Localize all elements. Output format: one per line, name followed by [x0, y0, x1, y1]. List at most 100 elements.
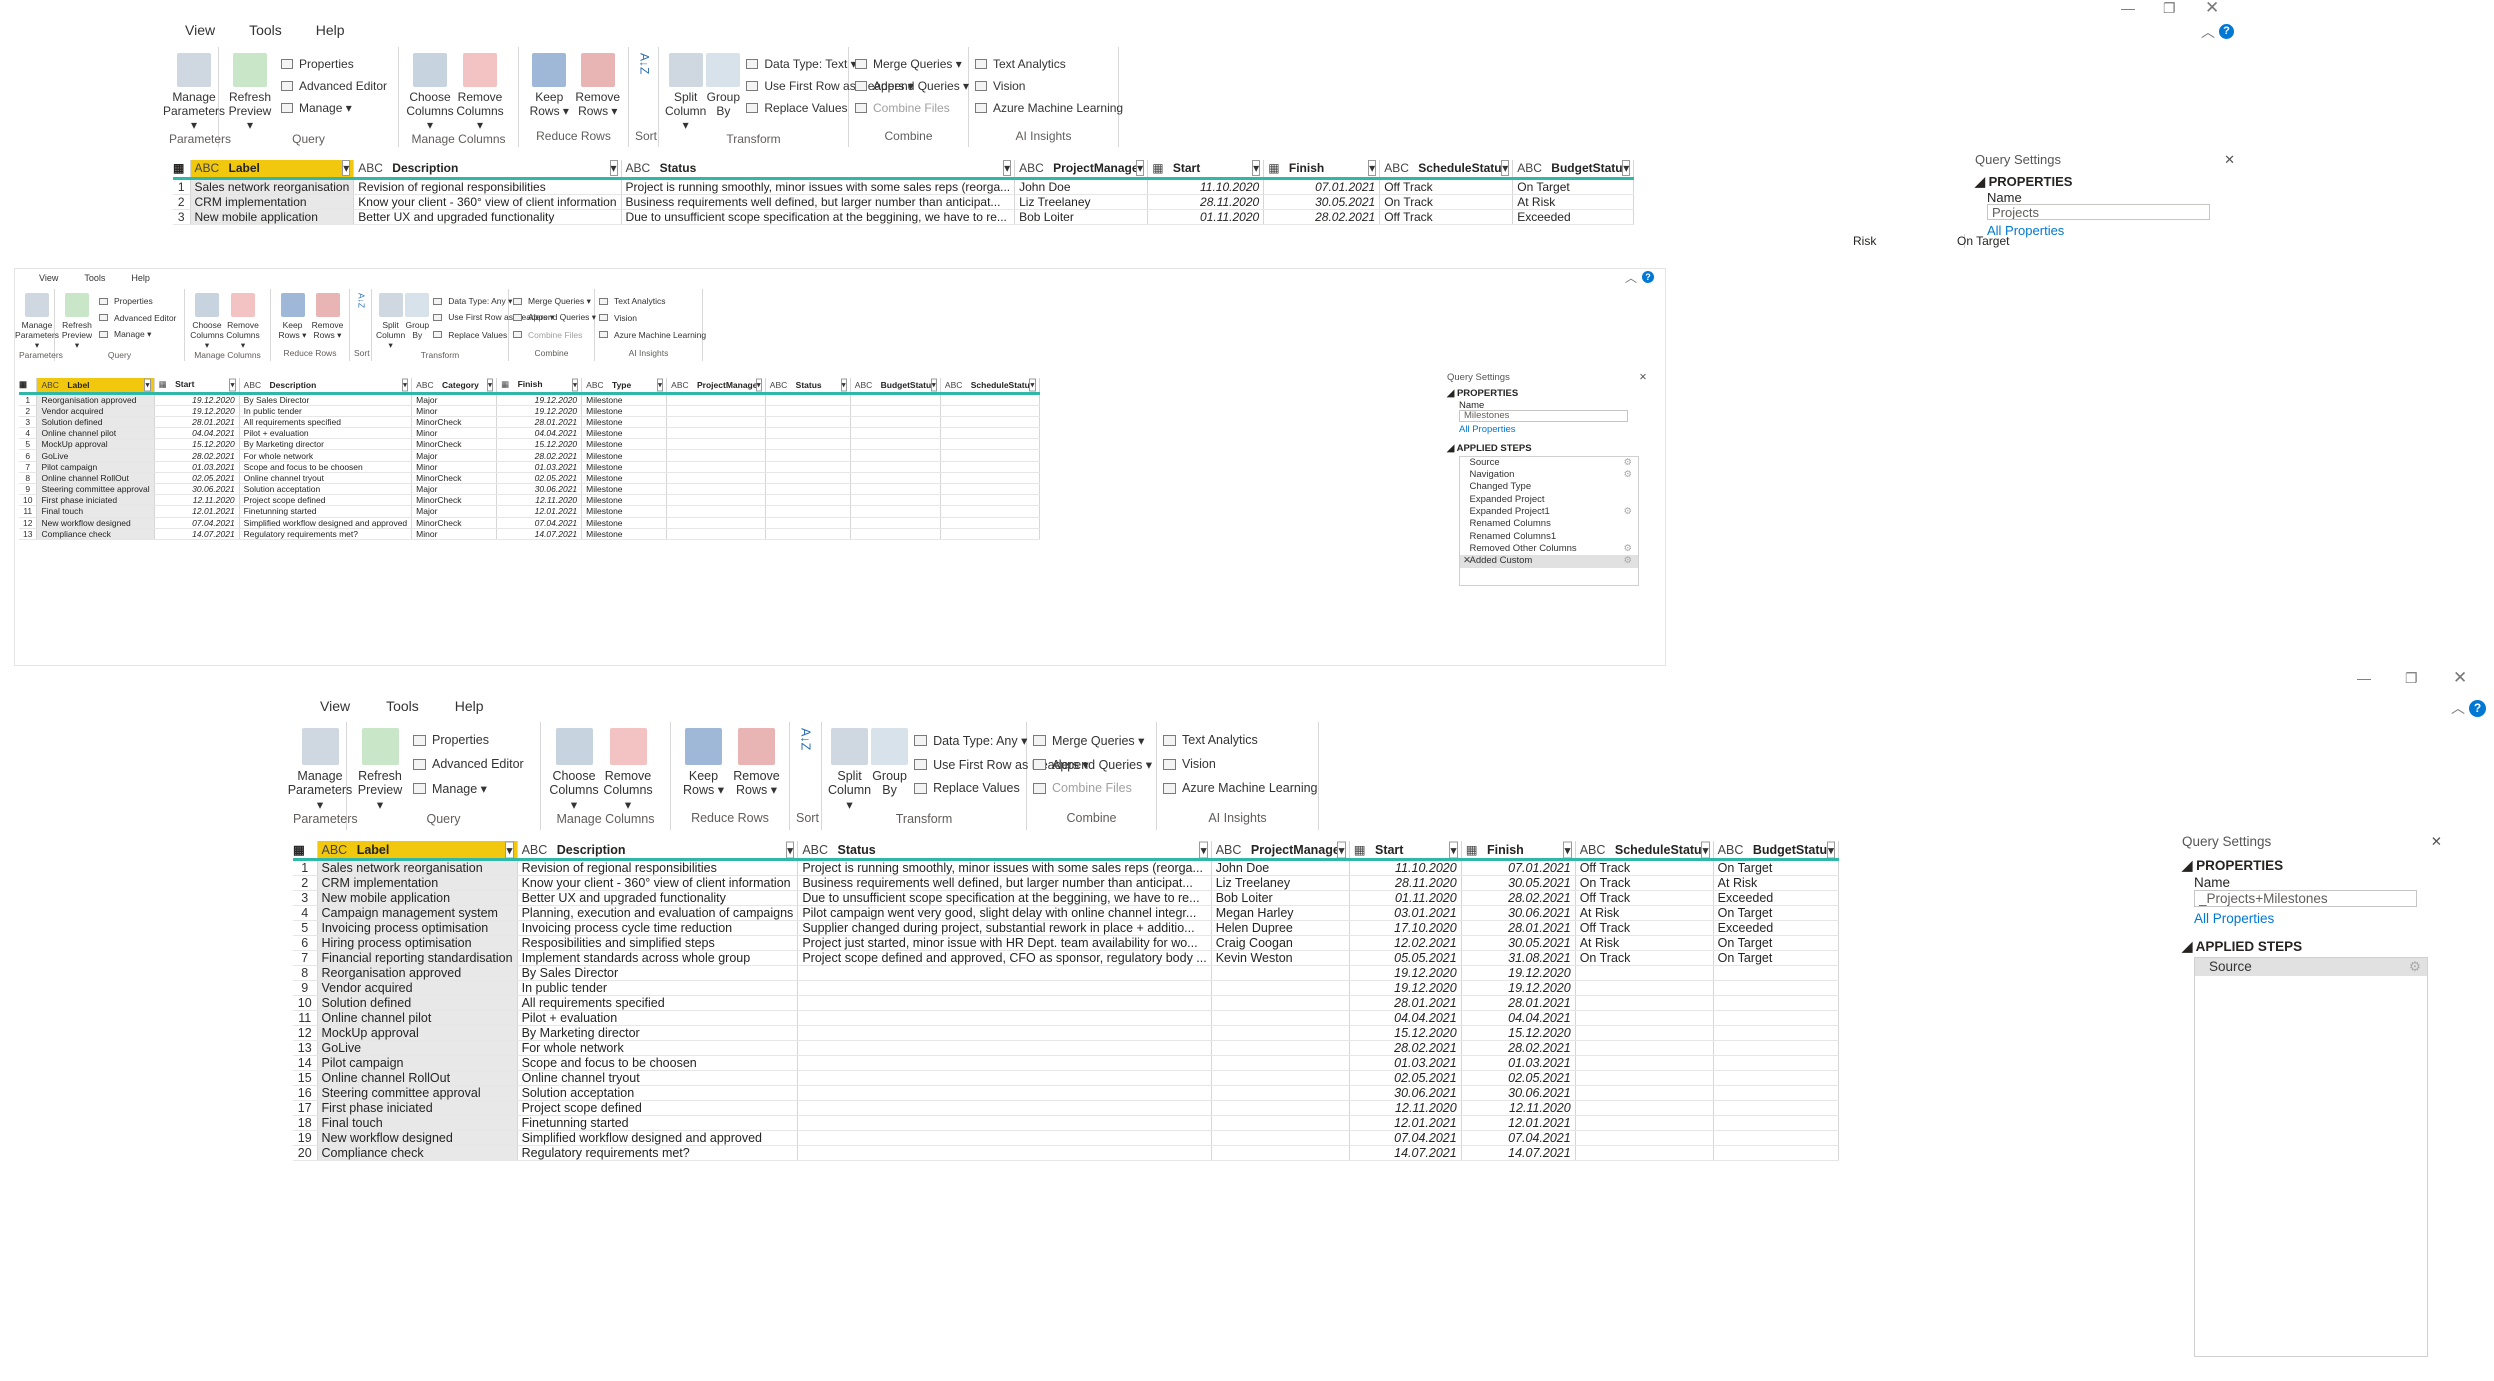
table-cell[interactable]: Regulatory requirements met? [517, 1145, 799, 1162]
row-number[interactable]: 7 [19, 461, 38, 473]
table-cell[interactable]: Project scope defined and approved, CFO … [797, 950, 1212, 967]
column-header[interactable]: ▦ Finish ▾ [1263, 160, 1381, 180]
table-cell[interactable] [1211, 965, 1350, 982]
column-header[interactable]: ▦ Start ▾ [1147, 160, 1265, 180]
column-type-icon[interactable]: ▦ [159, 379, 167, 389]
table-cell[interactable]: New workflow designed [317, 1130, 518, 1147]
table-cell[interactable] [940, 505, 1040, 518]
table-cell[interactable]: New mobile application [317, 890, 518, 907]
table-row[interactable]: 11 Online channel pilot Pilot + evaluation… [293, 1010, 1840, 1027]
row-number[interactable]: 3 [19, 416, 38, 429]
table-cell[interactable]: 28.01.2021 [1461, 920, 1576, 937]
table-row[interactable]: 13 Compliance check 14.07.2021 Regulatory r… [19, 528, 1040, 540]
table-row[interactable]: 12 New workflow designed 07.04.2021 Simplif… [19, 517, 1040, 529]
table-row[interactable]: 6 Hiring process optimisation Resposibilit… [293, 935, 1840, 952]
row-number[interactable]: 2 [293, 875, 318, 892]
table-cell[interactable]: Invoicing process optimisation [317, 920, 518, 937]
table-cell[interactable] [850, 405, 941, 417]
column-type-icon[interactable]: ▦ [1466, 843, 1478, 857]
table-cell[interactable]: 11.10.2020 [1349, 859, 1462, 877]
table-cell[interactable]: Pilot + evaluation [517, 1010, 799, 1027]
table-cell[interactable]: John Doe [1014, 178, 1149, 195]
applied-step[interactable]: Navigation ⚙ [1460, 469, 1638, 481]
table-cell[interactable]: Project is running smoothly, minor issue… [621, 178, 1016, 195]
table-cell[interactable]: Major [411, 449, 498, 462]
table-cell[interactable]: Finetunning started [239, 505, 413, 518]
table-cell[interactable]: All requirements specified [239, 416, 413, 429]
table-row[interactable]: 13 GoLive For whole network 28.02.2021 28.02… [293, 1040, 1840, 1057]
collapse-ribbon-icon[interactable]: ︿ [1625, 269, 1637, 286]
table-cell[interactable] [765, 517, 851, 529]
column-type-icon[interactable]: ABC [1019, 161, 1044, 175]
refresh-preview-button[interactable]: Refresh Preview ▾ [225, 53, 275, 132]
delete-step-icon[interactable]: ✕ [1463, 555, 1471, 567]
table-cell[interactable] [1713, 1010, 1840, 1027]
table-row[interactable]: 19 New workflow designed Simplified workfl… [293, 1130, 1840, 1147]
table-cell[interactable]: For whole network [239, 449, 413, 462]
column-type-icon[interactable]: ABC [1718, 843, 1744, 857]
table-cell[interactable]: 14.07.2021 [1461, 1145, 1576, 1162]
split-column-button[interactable]: Split Column ▾ [665, 53, 706, 132]
append-queries-button[interactable]: Append Queries ▾ [1033, 752, 1152, 776]
column-type-icon[interactable]: ABC [41, 380, 58, 390]
table-cell[interactable] [797, 1085, 1212, 1102]
query-name-input[interactable] [2194, 889, 2418, 908]
menu-view[interactable]: View [185, 22, 215, 38]
row-number[interactable]: 3 [293, 890, 318, 907]
table-cell[interactable]: 28.02.2021 [1263, 209, 1381, 225]
table-cell[interactable]: Better UX and upgraded functionality [353, 209, 622, 225]
table-cell[interactable]: 12.02.2021 [1349, 935, 1462, 952]
text-analytics-button[interactable]: Text Analytics [1163, 728, 1318, 752]
table-cell[interactable] [940, 517, 1040, 529]
table-row[interactable]: 9 Steering committee approval 30.06.2021 So… [19, 483, 1040, 496]
manage-button[interactable]: Manage ▾ [281, 97, 387, 119]
table-cell[interactable]: MinorCheck [411, 494, 498, 507]
table-cell[interactable]: Kevin Weston [1211, 950, 1350, 967]
table-cell[interactable] [850, 517, 941, 529]
table-cell[interactable] [1713, 980, 1840, 997]
remove-rows-button[interactable]: Remove Rows ▾ [574, 53, 623, 129]
column-header[interactable]: ABC Type ▾ [581, 378, 668, 395]
filter-dropdown-icon[interactable]: ▾ [571, 378, 579, 391]
table-row[interactable]: 4 Online channel pilot 04.04.2021 Pilot + e… [19, 427, 1040, 440]
column-type-icon[interactable]: ABC [416, 380, 433, 390]
table-cell[interactable] [850, 494, 941, 507]
column-type-icon[interactable]: ABC [322, 843, 348, 857]
table-row[interactable]: 16 Steering committee approval Solution ac… [293, 1085, 1840, 1102]
column-header[interactable]: ABC Status ▾ [765, 378, 851, 395]
table-cell[interactable] [1211, 1145, 1350, 1162]
table-row[interactable]: 12 MockUp approval By Marketing director 15… [293, 1025, 1840, 1042]
sort-button[interactable]: A↓Z [635, 53, 652, 129]
column-type-icon[interactable]: ABC [945, 380, 962, 390]
row-number[interactable]: 13 [19, 528, 38, 540]
applied-step[interactable]: Source ⚙ [1460, 457, 1638, 469]
table-row[interactable]: 8 Reorganisation approved By Sales Directo… [293, 965, 1840, 982]
gear-icon[interactable]: ⚙ [1623, 457, 1632, 469]
table-cell[interactable]: 12.01.2021 [154, 505, 240, 518]
table-cell[interactable]: 07.04.2021 [154, 517, 240, 529]
table-cell[interactable]: MockUp approval [317, 1025, 518, 1042]
gear-icon[interactable]: ⚙ [1623, 555, 1632, 567]
column-header[interactable]: ▦ Start ▾ [1349, 841, 1462, 862]
row-number[interactable]: 20 [293, 1145, 318, 1162]
table-cell[interactable]: Milestone [581, 438, 668, 451]
table-cell[interactable]: On Target [1713, 935, 1840, 952]
table-cell[interactable] [1713, 1040, 1840, 1057]
table-row[interactable]: 3 New mobile application Better UX and upg… [293, 890, 1840, 907]
table-cell[interactable]: Milestone [581, 405, 668, 417]
table-cell[interactable]: All requirements specified [517, 995, 799, 1012]
filter-dropdown-icon[interactable]: ▾ [1337, 841, 1346, 857]
table-cell[interactable]: Final touch [36, 505, 155, 518]
column-header[interactable]: ABC Description ▾ [517, 841, 799, 862]
table-cell[interactable]: 28.02.2021 [496, 449, 583, 462]
row-number[interactable]: 11 [19, 505, 38, 518]
table-cell[interactable]: Milestone [581, 505, 668, 518]
table-cell[interactable] [666, 461, 766, 473]
table-cell[interactable]: Online channel pilot [317, 1010, 518, 1027]
table-cell[interactable]: 12.11.2020 [1349, 1100, 1462, 1117]
column-header[interactable]: ABC Description ▾ [239, 378, 413, 395]
table-cell[interactable]: Sales network reorganisation [317, 859, 518, 877]
table-cell[interactable] [1713, 1085, 1840, 1102]
close-icon[interactable]: ✕ [1639, 372, 1647, 383]
table-cell[interactable]: 28.02.2021 [1461, 890, 1576, 907]
